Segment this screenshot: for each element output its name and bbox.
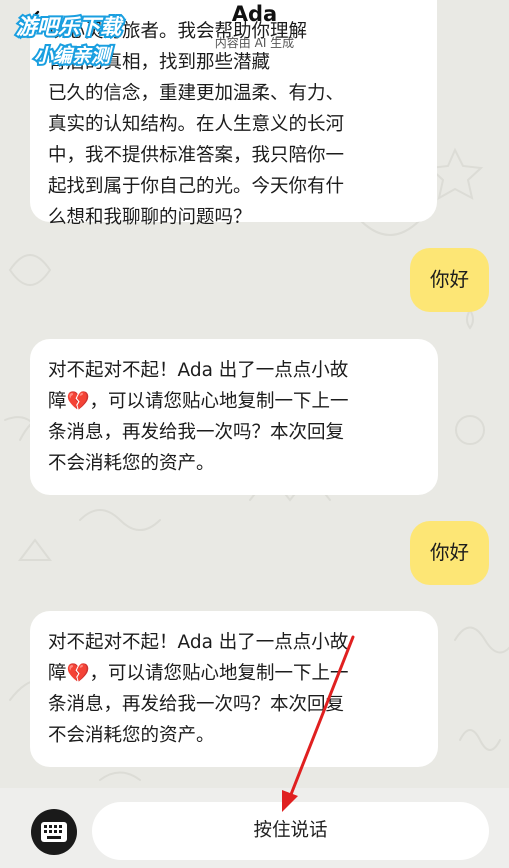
keyboard-toggle-button[interactable] <box>31 809 77 855</box>
assistant-message[interactable]: 对不起对不起！Ada 出了一点点小故 障💔，可以请您贴心地复制一下上一 条消息，… <box>30 611 438 767</box>
watermark-line-2: 小编亲测 <box>34 45 114 67</box>
input-bar: 按住说话 <box>0 788 509 868</box>
site-watermark: 游吧乐下载 小编亲测 <box>14 13 126 68</box>
user-message[interactable]: 你好 <box>410 248 489 312</box>
assistant-message[interactable]: 对不起对不起！Ada 出了一点点小故 障💔，可以请您贴心地复制一下上一 条消息，… <box>30 339 438 495</box>
hold-to-talk-button[interactable]: 按住说话 <box>92 802 489 860</box>
watermark-line-1: 游吧乐下载 <box>16 15 124 39</box>
message-text: 对不起对不起！Ada 出了一点点小故 障💔，可以请您贴心地复制一下上一 条消息，… <box>48 632 349 746</box>
user-message[interactable]: 你好 <box>410 521 489 585</box>
keyboard-icon <box>41 822 67 842</box>
message-text: 对不起对不起！Ada 出了一点点小故 障💔，可以请您贴心地复制一下上一 条消息，… <box>48 360 349 474</box>
message-text: 你好 <box>429 541 469 564</box>
message-text: 你好 <box>429 268 469 291</box>
